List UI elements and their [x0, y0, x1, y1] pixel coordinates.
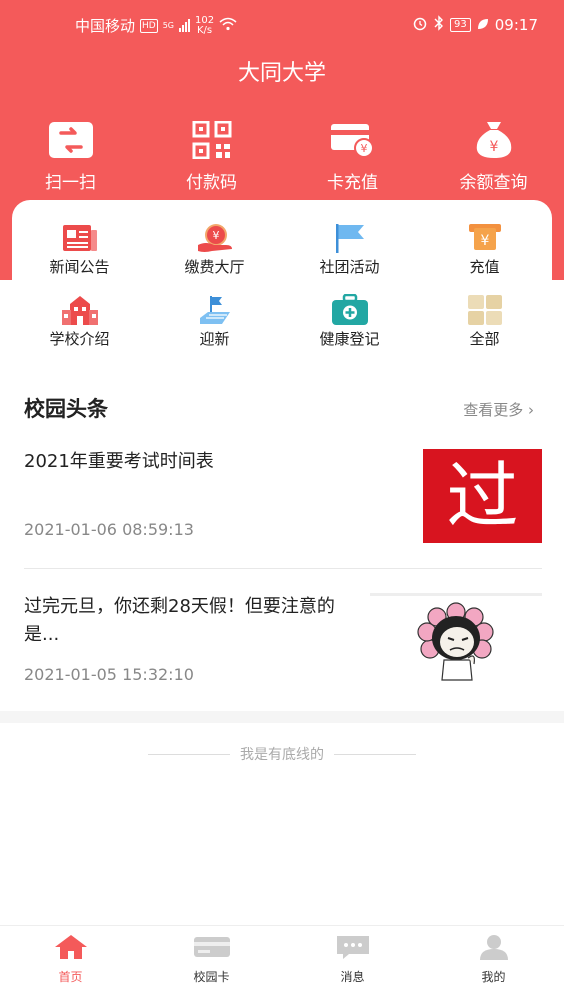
home-icon: [54, 934, 88, 964]
signal-icon: [179, 19, 191, 32]
school-building-icon: [60, 294, 100, 326]
service-school-intro[interactable]: 学校介绍: [12, 294, 147, 366]
chevron-right-icon: ›: [528, 401, 534, 419]
news-item-title: 过完元旦，你还剩28天假！但要注意的是...: [24, 596, 335, 645]
quick-balance-label: 余额查询: [459, 173, 528, 193]
tab-messages[interactable]: 消息: [282, 926, 423, 987]
service-all[interactable]: 全部: [417, 294, 552, 366]
card-topup-icon: ¥: [330, 120, 376, 160]
svg-text:¥: ¥: [480, 233, 489, 249]
newspaper-icon: [60, 222, 100, 254]
tab-messages-label: 消息: [340, 970, 365, 984]
news-thumbnail: [370, 593, 542, 688]
divider-line: [148, 753, 230, 755]
service-club[interactable]: 社团活动: [282, 222, 417, 294]
all-grid-icon: [465, 294, 505, 326]
flag-icon: [330, 222, 370, 254]
quick-paycode-button[interactable]: 付款码: [141, 120, 282, 193]
campus-card-icon: [193, 934, 231, 964]
end-of-list-indicator: 我是有底线的: [0, 744, 564, 764]
quick-scan-label: 扫一扫: [45, 173, 96, 193]
news-item[interactable]: 过完元旦，你还剩28天假！但要注意的是... 2021-01-05 15:32:…: [24, 593, 542, 693]
divider-line: [334, 753, 416, 755]
welcome-flag-icon: [195, 294, 235, 326]
clock-time: 09:17: [494, 16, 538, 34]
recharge-icon: ¥: [465, 222, 505, 254]
qrcode-icon: [189, 120, 235, 160]
news-section-title: 校园头条: [24, 397, 108, 421]
tab-profile[interactable]: 我的: [423, 926, 564, 987]
meme-face-image: [417, 602, 494, 681]
service-health-label: 健康登记: [319, 330, 380, 348]
bottom-tab-bar: 首页 校园卡 消息 我的: [0, 925, 564, 987]
network-type: 5G: [162, 20, 175, 30]
wifi-icon: [219, 17, 237, 35]
quick-topup-button[interactable]: ¥ 卡充值: [282, 120, 423, 193]
message-icon: [335, 934, 371, 964]
tab-home[interactable]: 首页: [0, 926, 141, 987]
service-all-label: 全部: [469, 330, 500, 348]
alarm-icon: [412, 15, 428, 35]
service-payment[interactable]: ¥ 缴费大厅: [147, 222, 282, 294]
service-news[interactable]: 新闻公告: [12, 222, 147, 294]
medical-kit-icon: [330, 294, 370, 326]
news-thumbnail: 过: [423, 449, 542, 543]
news-item-date: 2021-01-06 08:59:13: [24, 520, 194, 539]
news-item-title: 2021年重要考试时间表: [24, 451, 214, 472]
payment-hand-icon: ¥: [195, 222, 235, 254]
service-welcome-label: 迎新: [199, 330, 230, 348]
profile-icon: [477, 934, 511, 964]
svg-text:¥: ¥: [360, 142, 367, 155]
news-divider: [24, 568, 542, 569]
hd-badge: HD: [140, 18, 158, 33]
see-more-link[interactable]: 查看更多 ›: [463, 399, 534, 420]
section-gap: [0, 711, 564, 723]
svg-text:¥: ¥: [212, 229, 219, 242]
tab-campus-card[interactable]: 校园卡: [141, 926, 282, 987]
service-recharge[interactable]: ¥ 充值: [417, 222, 552, 294]
news-header: 校园头条 查看更多 ›: [24, 393, 540, 423]
balance-bag-icon: ¥: [471, 120, 517, 160]
quick-balance-button[interactable]: ¥ 余额查询: [423, 120, 564, 193]
bluetooth-icon: [434, 15, 444, 35]
tab-campus-card-label: 校园卡: [193, 970, 230, 984]
leaf-icon: [477, 16, 489, 34]
quick-actions: 扫一扫 付款码 ¥ 卡充值 ¥ 余额查询: [0, 120, 564, 193]
tab-home-label: 首页: [58, 970, 83, 984]
service-recharge-label: 充值: [469, 258, 500, 276]
quick-topup-label: 卡充值: [327, 173, 378, 193]
tab-profile-label: 我的: [481, 970, 506, 984]
quick-paycode-label: 付款码: [186, 173, 237, 193]
scan-icon: [48, 120, 94, 160]
news-item[interactable]: 2021年重要考试时间表 2021-01-06 08:59:13 过: [24, 448, 542, 548]
service-health[interactable]: 健康登记: [282, 294, 417, 366]
service-payment-label: 缴费大厅: [184, 258, 245, 276]
page-title: 大同大学: [237, 61, 326, 86]
service-welcome[interactable]: 迎新: [147, 294, 282, 366]
service-news-label: 新闻公告: [49, 258, 110, 276]
net-speed: 102 K/s: [195, 14, 215, 36]
svg-text:¥: ¥: [489, 139, 498, 155]
service-school-intro-label: 学校介绍: [49, 330, 110, 348]
service-club-label: 社团活动: [319, 258, 380, 276]
quick-scan-button[interactable]: 扫一扫: [0, 120, 141, 193]
news-item-date: 2021-01-05 15:32:10: [24, 665, 194, 684]
end-of-list-text: 我是有底线的: [240, 747, 324, 763]
carrier-label: 中国移动: [75, 17, 136, 35]
services-grid: 新闻公告 ¥ 缴费大厅 社团活动 ¥ 充值 学校介绍 迎新 健康登记 全部: [12, 222, 552, 366]
battery-indicator: 93: [450, 18, 471, 32]
news-thumbnail-text: 过: [446, 454, 519, 538]
status-bar: 中国移动 HD 5G 102 K/s 93 09:17: [0, 12, 564, 42]
